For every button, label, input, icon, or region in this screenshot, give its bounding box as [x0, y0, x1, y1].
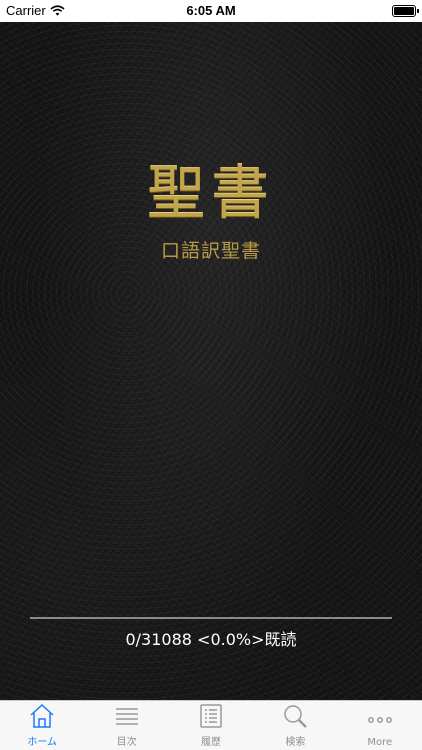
tab-contents-label: 目次 [116, 737, 137, 748]
tab-home[interactable]: ホーム [0, 701, 84, 750]
battery-icon [392, 5, 419, 17]
tab-search[interactable]: 検索 [253, 701, 337, 750]
status-time: 6:05 AM [186, 3, 236, 18]
history-icon [200, 704, 222, 728]
tab-history[interactable]: 履歴 [169, 701, 253, 750]
cover-title: 聖書 [146, 159, 275, 227]
search-icon [284, 705, 308, 728]
tab-home-label: ホーム [27, 737, 58, 748]
more-icon [367, 717, 392, 723]
tab-history-label: 履歴 [201, 737, 222, 748]
home-icon [30, 703, 54, 728]
cover-subtitle: 口語訳聖書 [160, 240, 261, 262]
bible-cover: 聖書 口語訳聖書 0/31088 <0.0%>既読 [0, 22, 422, 700]
tab-more-label: More [367, 737, 393, 748]
reading-progress-text: 0/31088 <0.0%>既読 [125, 630, 297, 649]
tab-more[interactable]: More [338, 701, 422, 750]
list-icon [115, 708, 138, 725]
tab-search-label: 検索 [285, 737, 306, 748]
status-bar: Carrier 6:05 AM [0, 0, 422, 22]
reading-progress-bar [30, 617, 392, 619]
tab-bar: ホーム 目次 履歴 検索 More [0, 700, 422, 750]
tab-contents[interactable]: 目次 [84, 701, 168, 750]
